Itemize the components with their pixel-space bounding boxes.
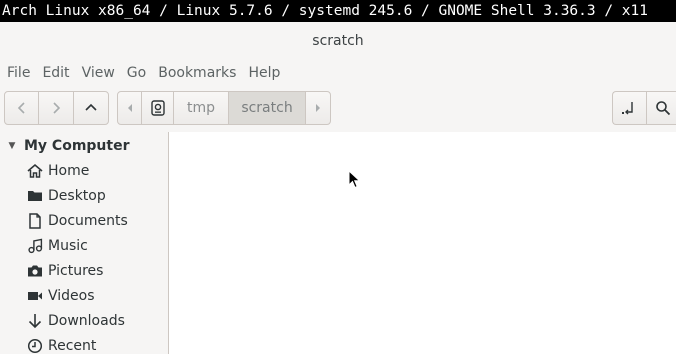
menu-view[interactable]: View	[76, 60, 121, 86]
sidebar-item-music[interactable]: Music	[0, 233, 168, 258]
camera-icon	[27, 263, 43, 279]
sidebar-section-my-computer[interactable]: ▼ My Computer	[0, 133, 130, 158]
sidebar-item-label: Home	[48, 162, 90, 179]
system-info-bar: Arch Linux x86_64 / Linux 5.7.6 / system…	[0, 0, 676, 22]
sidebar: ▼ My Computer Home Desktop Documents Mus…	[0, 132, 169, 354]
triangle-right-icon	[316, 104, 320, 112]
sidebar-item-downloads[interactable]: Downloads	[0, 308, 168, 333]
drive-icon	[150, 100, 165, 116]
expander-arrow-icon[interactable]: ▼	[0, 141, 24, 151]
music-icon	[27, 238, 43, 254]
up-button[interactable]	[74, 92, 108, 124]
window-titlebar[interactable]: scratch	[0, 22, 676, 60]
triangle-left-icon	[127, 104, 132, 112]
chevron-right-icon	[53, 102, 61, 114]
path-scroll-right-button[interactable]	[306, 92, 330, 124]
chevron-left-icon	[17, 102, 25, 114]
path-crumb-label: tmp	[187, 100, 216, 116]
clock-icon	[27, 338, 43, 354]
open-terminal-button[interactable]	[613, 92, 647, 124]
path-bar: tmp scratch	[117, 91, 331, 125]
menu-help[interactable]: Help	[242, 60, 286, 86]
path-crumb-scratch[interactable]: scratch	[229, 92, 306, 124]
path-scroll-left-button[interactable]	[118, 92, 142, 124]
path-root-button[interactable]	[142, 92, 174, 124]
file-manager-window: scratch File Edit View Go Bookmarks Help	[0, 22, 676, 354]
sidebar-item-label: Documents	[48, 212, 128, 229]
sidebar-item-videos[interactable]: Videos	[0, 283, 168, 308]
menu-bar: File Edit View Go Bookmarks Help	[0, 60, 676, 86]
sidebar-item-pictures[interactable]: Pictures	[0, 258, 168, 283]
download-icon	[27, 313, 43, 329]
window-title: scratch	[312, 33, 364, 49]
navigation-buttons	[4, 91, 109, 125]
path-crumb-tmp[interactable]: tmp	[174, 92, 229, 124]
home-icon	[27, 163, 43, 179]
folder-icon	[27, 188, 43, 204]
right-buttons	[612, 91, 676, 125]
menu-file[interactable]: File	[0, 60, 36, 86]
sidebar-item-home[interactable]: Home	[0, 158, 168, 183]
menu-edit[interactable]: Edit	[36, 60, 75, 86]
menu-go[interactable]: Go	[121, 60, 152, 86]
sidebar-item-desktop[interactable]: Desktop	[0, 183, 168, 208]
sidebar-section-title: My Computer	[24, 137, 130, 154]
sidebar-item-label: Downloads	[48, 312, 125, 329]
video-icon	[27, 288, 43, 304]
document-icon	[27, 212, 43, 229]
search-icon	[656, 101, 671, 116]
terminal-icon	[622, 102, 633, 115]
chevron-up-icon	[85, 103, 97, 111]
sidebar-item-label: Music	[48, 237, 88, 254]
path-crumb-label: scratch	[241, 100, 293, 116]
sidebar-item-label: Recent	[48, 337, 97, 354]
sidebar-item-recent[interactable]: Recent	[0, 333, 168, 354]
file-view[interactable]	[169, 132, 676, 354]
toolbar: tmp scratch	[0, 86, 676, 132]
forward-button[interactable]	[39, 92, 74, 124]
system-info-text: Arch Linux x86_64 / Linux 5.7.6 / system…	[2, 3, 649, 19]
search-button[interactable]	[647, 92, 676, 124]
sidebar-item-documents[interactable]: Documents	[0, 208, 168, 233]
sidebar-item-label: Desktop	[48, 187, 106, 204]
menu-bookmarks[interactable]: Bookmarks	[152, 60, 242, 86]
back-button[interactable]	[5, 92, 39, 124]
mouse-pointer-icon	[348, 170, 361, 189]
sidebar-item-label: Pictures	[48, 262, 104, 279]
sidebar-item-label: Videos	[48, 287, 95, 304]
